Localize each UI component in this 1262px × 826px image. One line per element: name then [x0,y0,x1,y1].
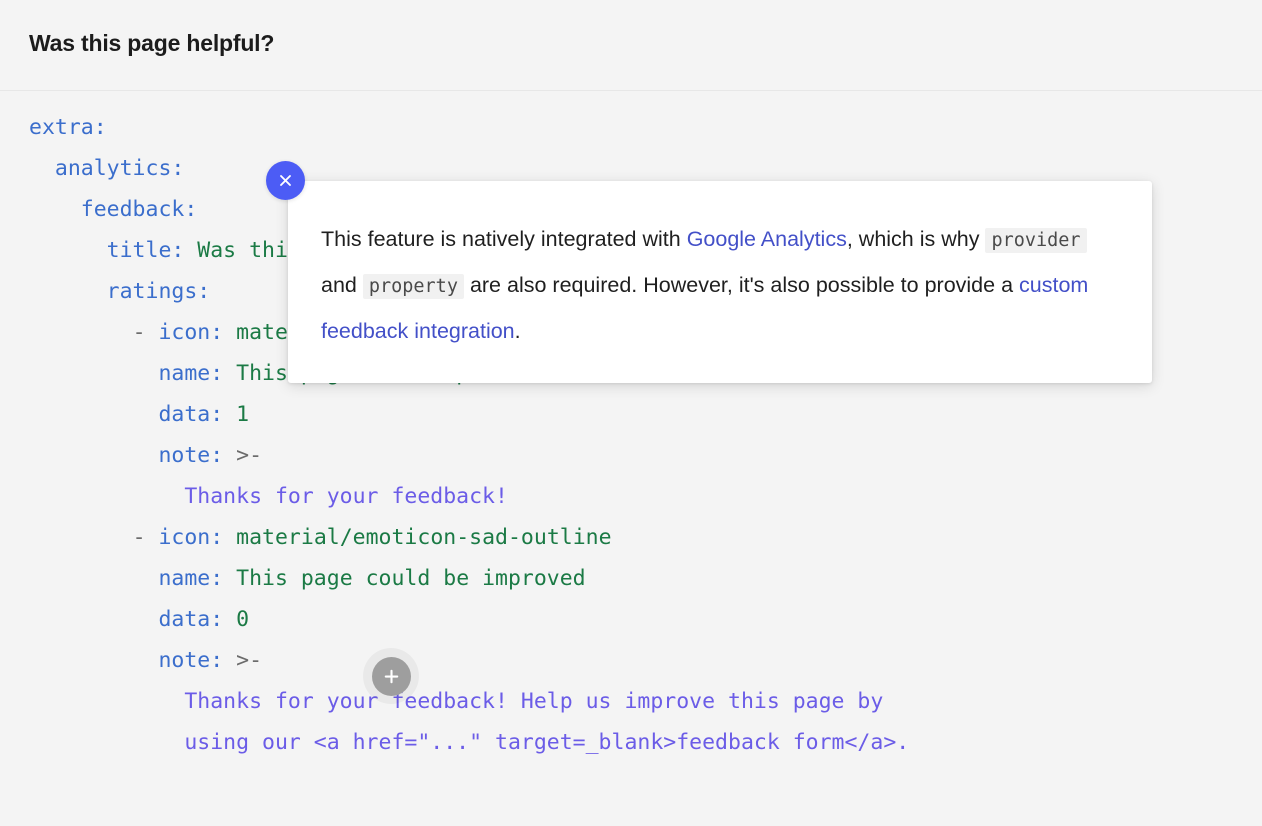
code-token: 1 [236,402,250,427]
tooltip-link[interactable]: Google Analytics [687,227,847,251]
code-token: title: [106,238,185,263]
add-annotation-button[interactable] [371,656,411,696]
code-token: using our <a href="..." target=_blank>fe… [184,730,910,755]
code-line: extra: [29,115,107,140]
code-line: - icon: material/emoticon-sad-outline [29,525,612,550]
code-token: extra: [29,115,107,140]
code-token: - [132,320,146,345]
code-token: material/emoticon-sad-outline [236,525,612,550]
code-token: data: [158,607,224,632]
code-line: note: >- [29,443,262,468]
code-token: note: [158,443,224,468]
code-token: name: [158,566,224,591]
code-line: feedback: [29,197,198,222]
code-line: data: 1 [29,402,249,427]
page-title: Was this page helpful? [29,30,275,56]
code-token: note: [158,648,224,673]
code-token: Thanks for your feedback! [184,484,508,509]
tooltip-text-run: . [514,319,521,343]
tooltip-inline-code: provider [985,228,1087,253]
annotation-tooltip-text: This feature is natively integrated with… [321,217,1112,353]
tooltip-text-run: and [321,273,363,297]
code-token: analytics: [54,156,185,181]
code-line: note: >- [29,648,262,673]
plus-icon [384,669,398,683]
code-line: ratings: [29,279,211,304]
code-line: analytics: [29,156,184,181]
code-token: Thanks for your feedback! Help us improv… [184,689,884,714]
code-token: This page could be improved [236,566,586,591]
code-line: name: This page could be improved [29,566,586,591]
annotation-tooltip: This feature is natively integrated with… [288,181,1152,383]
code-token: >- [236,443,263,468]
tooltip-inline-code: property [362,274,464,299]
add-annotation-halo [363,648,419,704]
code-token: 0 [236,607,250,632]
code-token: >- [236,648,263,673]
code-token: feedback: [80,197,198,222]
tooltip-text-run: , which is why [846,227,986,251]
code-line: using our <a href="..." target=_blank>fe… [29,730,909,755]
code-token: ratings: [106,279,211,304]
code-line: data: 0 [29,607,249,632]
close-icon [280,175,291,186]
code-token: data: [158,402,224,427]
code-token: name: [158,361,224,386]
code-token: icon: [158,525,224,550]
code-line: Thanks for your feedback! [29,484,508,509]
close-annotation-button[interactable] [266,161,305,200]
tooltip-text-run: This feature is natively integrated with [321,227,687,251]
code-token: - [132,525,146,550]
code-token: icon: [158,320,224,345]
code-line: Thanks for your feedback! Help us improv… [29,689,883,714]
page-header: Was this page helpful? [0,0,1262,91]
tooltip-text-run: are also required. However, it's also po… [463,273,1020,297]
